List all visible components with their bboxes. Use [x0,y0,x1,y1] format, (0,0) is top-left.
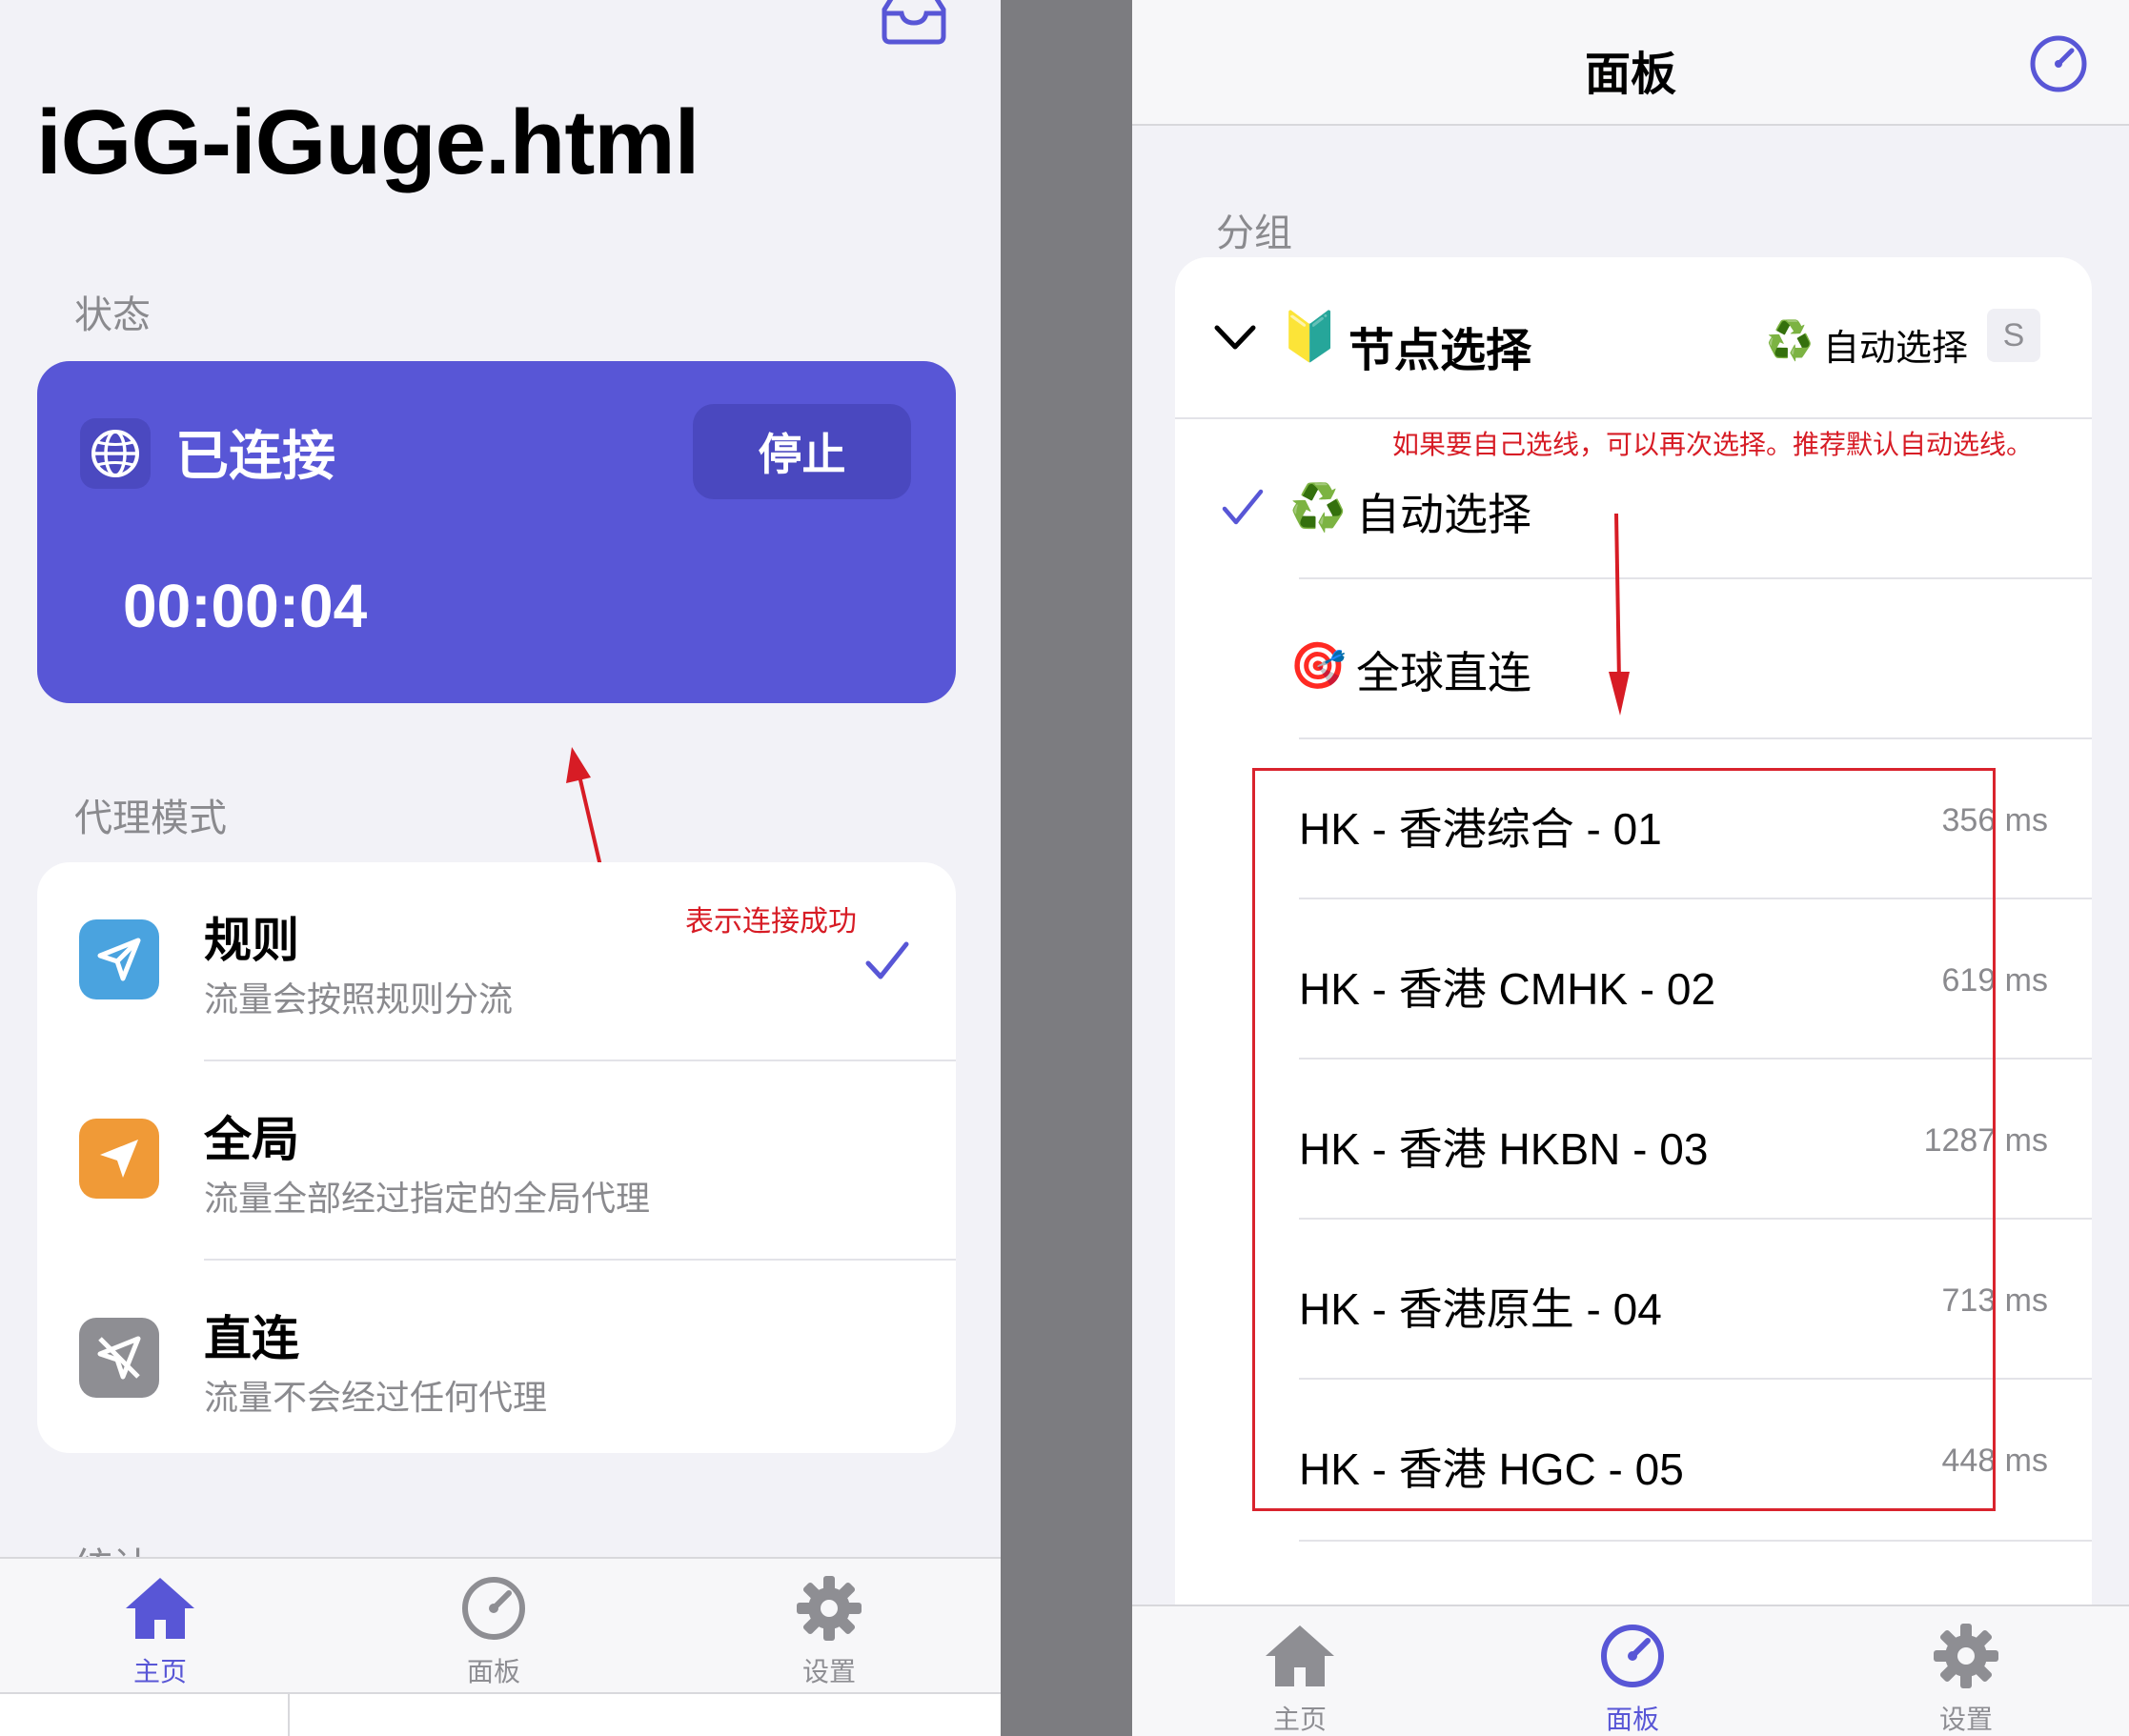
tab-dashboard[interactable]: 面板 [398,1574,589,1689]
option-name: 全球直连 [1356,648,1531,697]
tab-settings[interactable]: 设置 [734,1574,924,1689]
status-card: 已连接 停止 00:00:04 [37,361,956,703]
gear-icon [797,1576,862,1641]
tab-bar: 主页 面板 设置 [1132,1605,2129,1736]
mode-subtitle: 流量不会经过任何代理 [204,1378,548,1417]
mode-subtitle: 流量全部经过指定的全局代理 [204,1179,651,1218]
target-icon: 🎯 [1289,641,1347,692]
tab-home[interactable]: 主页 [65,1574,255,1689]
annotation-arrow-down [1609,513,1630,716]
direct-off-icon [79,1318,159,1398]
mode-row-rule[interactable]: 规则 流量会按照规则分流 表示连接成功 [37,862,956,1060]
checkmark-icon [865,941,909,979]
tab-dashboard[interactable]: 面板 [1537,1622,1728,1736]
inbox-icon[interactable] [879,0,949,46]
current-emoji: ♻️ [1766,320,1814,362]
recycle-icon: ♻️ [1289,483,1347,534]
mode-title: 直连 [204,1312,299,1365]
paper-plane-icon [79,919,159,999]
connection-status: 已连接 [175,426,335,486]
annotation-connected: 表示连接成功 [685,906,857,938]
home-screen: iGG-iGuge.html 状态 已连接 停止 00:00:04 代理模式 规… [0,0,1001,1736]
tab-settings[interactable]: 设置 [1871,1622,2061,1736]
strip-divider [288,1692,290,1736]
current-selection: 自动选择 [1823,329,1969,369]
window-gap [1001,0,1132,1736]
mode-title: 全局 [204,1113,299,1166]
proxy-mode-section-label: 代理模式 [74,797,227,839]
gauge-icon[interactable] [2028,33,2089,94]
group-header[interactable]: 🔰 节点选择 ♻️ 自动选择 S [1175,257,2092,419]
header-title: 面板 [1584,50,1676,100]
home-icon [126,1578,194,1639]
gauge-icon [1601,1625,1664,1687]
group-type-badge: S [1987,309,2040,362]
stop-button[interactable]: 停止 [693,404,911,499]
dashboard-screen: 面板 分组 🔰 节点选择 ♻️ 自动选择 S 如果要自己选线，可以再次选择。推荐… [1132,0,2129,1736]
mode-title: 规则 [204,914,299,967]
connection-timer: 00:00:04 [123,572,368,640]
status-section-label: 状态 [74,294,151,336]
page-title: iGG-iGuge.html [36,91,700,193]
mode-row-direct[interactable]: 直连 流量不会经过任何代理 [37,1261,956,1458]
group-name: 节点选择 [1348,326,1532,376]
location-arrow-icon [79,1119,159,1199]
checkmark-icon [1222,489,1264,525]
globe-icon [80,418,151,489]
window-bottom-strip [0,1692,1001,1736]
mode-row-global[interactable]: 全局 流量全部经过指定的全局代理 [37,1061,956,1259]
group-section-label: 分组 [1216,212,1292,254]
gauge-icon [462,1577,525,1640]
nav-header: 面板 [1132,0,2129,126]
home-icon [1266,1625,1334,1686]
option-name: 自动选择 [1356,490,1531,539]
gear-icon [1934,1624,1998,1688]
tab-home[interactable]: 主页 [1205,1622,1395,1736]
tab-bar: 主页 面板 设置 [0,1557,1001,1692]
proxy-mode-card: 规则 流量会按照规则分流 表示连接成功 全局 流量全部经过指定的全局代理 直连 … [37,862,956,1453]
group-emoji: 🔰 [1280,310,1340,363]
mode-subtitle: 流量会按照规则分流 [204,979,514,1019]
chevron-down-icon [1214,325,1256,350]
annotation-highlight-box [1252,768,1996,1511]
